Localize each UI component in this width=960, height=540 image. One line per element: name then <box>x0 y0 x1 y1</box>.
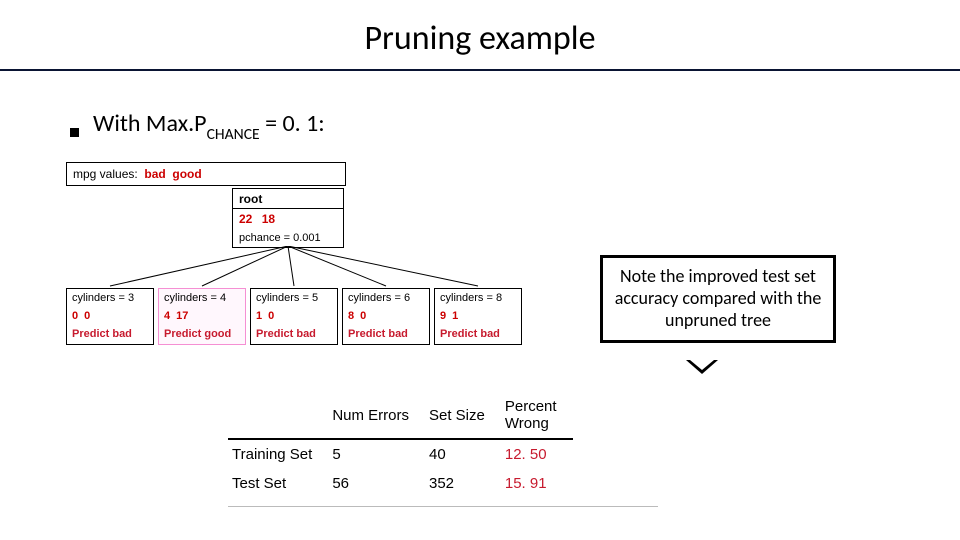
table-bottom-rule <box>228 506 658 507</box>
table-header-percent-wrong: Percent Wrong <box>501 392 573 439</box>
bullet-parameter: With Max.PCHANCE = 0. 1: <box>70 109 894 142</box>
leaf-prediction: Predict bad <box>251 324 337 344</box>
leaf-prediction: Predict bad <box>67 324 153 344</box>
table-row: Test Set5635215. 91 <box>228 469 573 498</box>
row-num-errors: 56 <box>328 469 425 498</box>
table-header-set-size: Set Size <box>425 392 501 439</box>
table-header-row: Num Errors Set Size Percent Wrong <box>228 392 573 439</box>
leaf-condition: cylinders = 6 <box>343 289 429 308</box>
page-title: Pruning example <box>0 0 960 69</box>
table-row: Training Set54012. 50 <box>228 439 573 469</box>
tree-edges <box>66 248 536 288</box>
leaf-condition: cylinders = 4 <box>159 289 245 308</box>
tree-leaf-node: cylinders = 300Predict bad <box>66 288 154 345</box>
leaf-counts: 91 <box>435 308 521 324</box>
row-label: Test Set <box>228 469 328 498</box>
leaf-condition: cylinders = 8 <box>435 289 521 308</box>
tree-leaf-row: cylinders = 300Predict badcylinders = 44… <box>66 288 536 345</box>
row-set-size: 40 <box>425 439 501 469</box>
leaf-prediction: Predict good <box>159 324 245 344</box>
leaf-counts: 417 <box>159 308 245 324</box>
tree-leaf-node: cylinders = 891Predict bad <box>434 288 522 345</box>
callout-note: Note the improved test set accuracy comp… <box>600 255 836 343</box>
leaf-counts: 10 <box>251 308 337 324</box>
bullet-text: With Max.PCHANCE = 0. 1: <box>93 109 325 142</box>
leaf-condition: cylinders = 5 <box>251 289 337 308</box>
tree-root-node: root 22 18 pchance = 0.001 <box>232 188 344 248</box>
root-label: root <box>233 189 343 206</box>
decision-tree-diagram: mpg values: bad good root 22 18 pchance … <box>66 162 536 345</box>
row-set-size: 352 <box>425 469 501 498</box>
bullet-square-icon <box>70 128 79 137</box>
callout-tail-inner-icon <box>690 360 714 370</box>
tree-leaf-node: cylinders = 510Predict bad <box>250 288 338 345</box>
table-header-blank <box>228 392 328 439</box>
title-divider <box>0 69 960 71</box>
leaf-prediction: Predict bad <box>343 324 429 344</box>
root-pchance: pchance = 0.001 <box>233 229 343 247</box>
tree-leaf-node: cylinders = 680Predict bad <box>342 288 430 345</box>
row-percent-wrong: 15. 91 <box>501 469 573 498</box>
results-table: Num Errors Set Size Percent Wrong Traini… <box>228 392 573 498</box>
row-num-errors: 5 <box>328 439 425 469</box>
table-header-num-errors: Num Errors <box>328 392 425 439</box>
root-counts: 22 18 <box>233 209 343 229</box>
mpg-legend: mpg values: bad good <box>66 162 346 186</box>
tree-leaf-node: cylinders = 4417Predict good <box>158 288 246 345</box>
leaf-counts: 00 <box>67 308 153 324</box>
leaf-prediction: Predict bad <box>435 324 521 344</box>
leaf-counts: 80 <box>343 308 429 324</box>
leaf-condition: cylinders = 3 <box>67 289 153 308</box>
row-label: Training Set <box>228 439 328 469</box>
row-percent-wrong: 12. 50 <box>501 439 573 469</box>
